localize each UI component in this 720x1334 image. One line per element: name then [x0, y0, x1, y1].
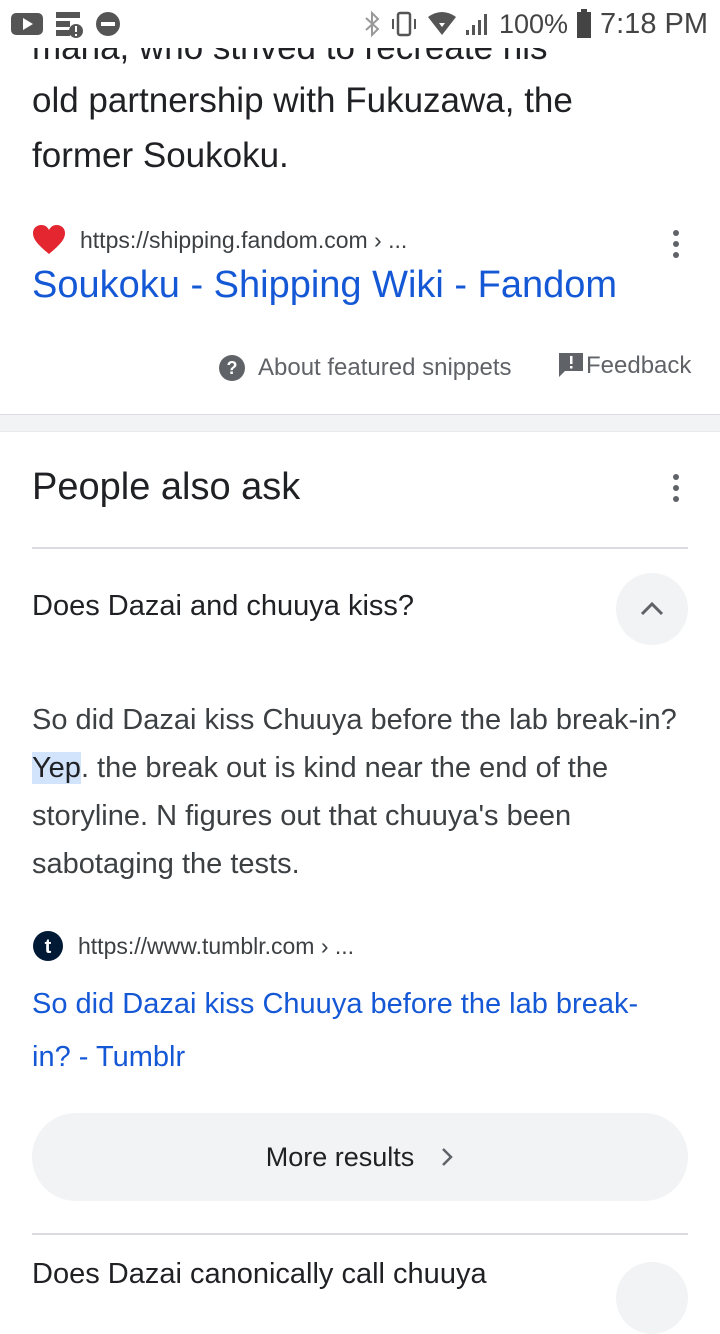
collapse-button[interactable]	[616, 573, 688, 645]
signal-icon	[465, 14, 487, 35]
more-options-icon[interactable]	[671, 230, 681, 258]
storage-alert-icon	[56, 12, 83, 38]
feedback-icon	[559, 353, 583, 377]
feedback-label: Feedback	[586, 352, 692, 379]
answer-text-part: So did Dazai kiss Chuuya before the lab …	[32, 704, 677, 736]
bluetooth-icon	[365, 10, 380, 38]
source-url: https://shipping.fandom.com › ...	[80, 226, 408, 253]
section-separator	[0, 414, 720, 432]
snippet-source[interactable]: https://shipping.fandom.com › ...	[32, 220, 692, 260]
wifi-icon	[427, 12, 456, 35]
about-featured-snippets-button[interactable]: ? About featured snippets	[218, 352, 512, 384]
divider	[32, 547, 688, 549]
answer-source[interactable]: t https://www.tumblr.com › ...	[32, 928, 354, 964]
source-url: https://www.tumblr.com › ...	[78, 932, 355, 959]
help-icon: ?	[219, 355, 245, 381]
divider	[32, 1233, 688, 1235]
answer-text-part: . the break out is kind near the end of …	[32, 752, 609, 880]
more-results-label: More results	[265, 1141, 415, 1172]
answer-text: So did Dazai kiss Chuuya before the lab …	[32, 696, 692, 888]
youtube-icon	[11, 13, 43, 35]
do-not-disturb-icon	[96, 12, 120, 36]
status-bar-left-icons	[10, 8, 122, 40]
chevron-up-icon	[640, 601, 664, 616]
battery-percent: 100%	[498, 8, 568, 39]
people-also-ask-title: People also ask	[32, 466, 301, 508]
about-featured-snippets-label: About featured snippets	[258, 354, 512, 381]
snippet-line: former Soukoku.	[32, 136, 289, 175]
question-toggle[interactable]: Does Dazai canonically call chuuya	[32, 1258, 487, 1291]
vibrate-icon	[391, 11, 416, 37]
svg-text:?: ?	[227, 358, 238, 378]
answer-link[interactable]: So did Dazai kiss Chuuya before the lab …	[32, 978, 672, 1084]
status-bar-right: 100% 7:18 PM	[363, 6, 708, 42]
feedback-button[interactable]: Feedback	[558, 350, 691, 382]
result-link-title[interactable]: Soukoku - Shipping Wiki - Fandom	[32, 264, 617, 307]
battery-icon	[577, 9, 591, 38]
tumblr-icon: t	[33, 931, 63, 961]
more-results-button[interactable]: More results	[32, 1113, 688, 1201]
clock: 7:18 PM	[600, 7, 708, 40]
heart-icon	[33, 225, 65, 254]
status-bar: 100% 7:18 PM	[0, 0, 720, 48]
more-options-icon[interactable]	[671, 474, 681, 502]
chevron-right-icon	[442, 1148, 454, 1166]
snippet-line: old partnership with Fukuzawa, the	[32, 81, 573, 120]
answer-highlight: Yep	[32, 752, 81, 784]
question-toggle[interactable]: Does Dazai and chuuya kiss?	[32, 590, 414, 623]
expand-button[interactable]	[616, 1262, 688, 1334]
svg-text:t: t	[45, 936, 52, 958]
